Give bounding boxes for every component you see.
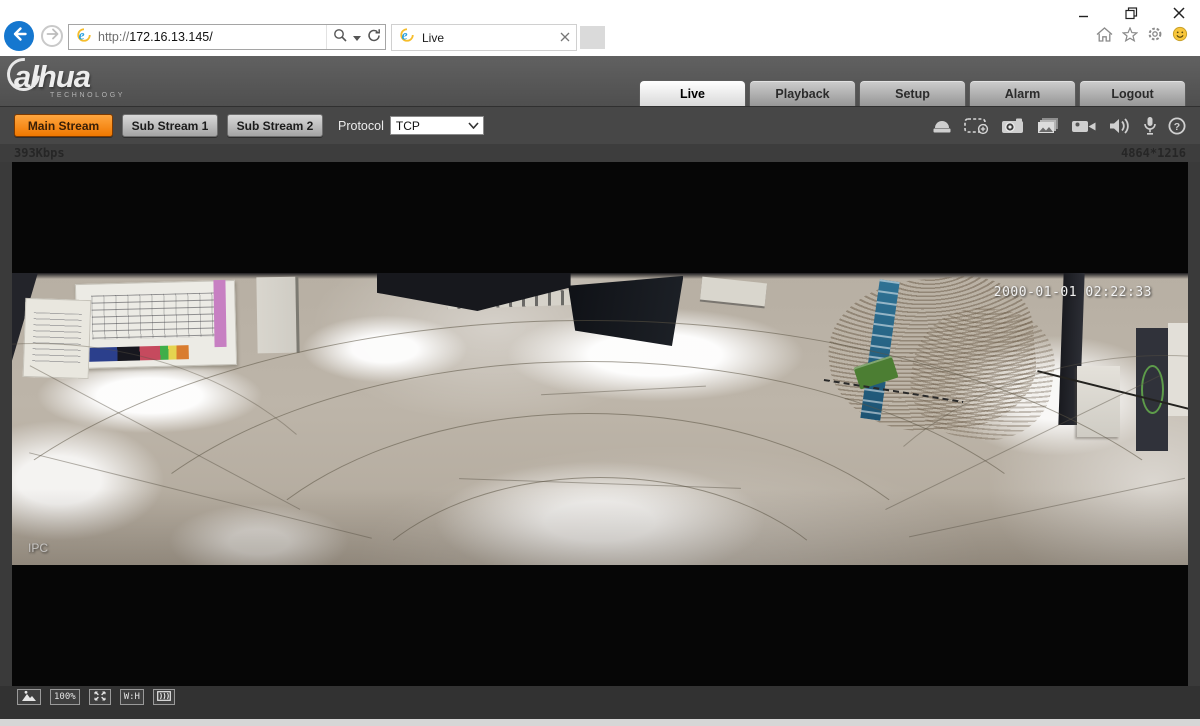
alarm-output-icon[interactable] — [931, 117, 953, 135]
ie-logo-icon: e — [398, 27, 416, 48]
snapshot-icon[interactable] — [1001, 117, 1025, 135]
function-icons: ? — [931, 116, 1186, 136]
svg-text:?: ? — [1174, 120, 1180, 132]
pano-shape — [213, 280, 227, 348]
protocol-label: Protocol — [338, 118, 384, 133]
image-adjust-icon — [21, 690, 37, 705]
pano-door — [255, 277, 300, 354]
home-icon[interactable] — [1096, 26, 1113, 42]
settings-gear-icon[interactable] — [1147, 26, 1163, 42]
favorites-star-icon[interactable] — [1122, 26, 1138, 42]
back-icon — [11, 26, 28, 47]
logo-text: aalhualhua — [14, 59, 91, 94]
browser-chrome: e http://172.16.13.145/ e Live — [0, 0, 1200, 56]
stream-toolbar: Main Stream Sub Stream 1 Sub Stream 2 Pr… — [0, 106, 1200, 144]
logo-subtext: TECHNOLOGY — [50, 92, 126, 99]
image-adjust-button[interactable] — [17, 689, 41, 705]
refresh-icon[interactable] — [367, 28, 381, 47]
video-footer: 100% W:H — [0, 686, 1200, 726]
forward-icon — [46, 27, 59, 45]
triple-snapshot-icon[interactable] — [1036, 117, 1060, 135]
fullscreen-icon — [94, 690, 106, 704]
search-icon[interactable] — [333, 28, 347, 47]
chevron-down-icon[interactable] — [353, 28, 361, 46]
select-caret-icon — [468, 122, 479, 129]
audio-icon[interactable] — [1108, 117, 1132, 135]
close-icon[interactable] — [1168, 4, 1190, 22]
video-letterbox: 2000-01-01 02:22:33 IPC — [12, 162, 1188, 686]
main-nav: Live Playback Setup Alarm Logout — [639, 80, 1186, 106]
smiley-icon[interactable] — [1172, 26, 1188, 42]
live-video[interactable]: 2000-01-01 02:22:33 IPC — [12, 273, 1188, 565]
forward-button[interactable] — [41, 25, 63, 47]
window-controls — [1072, 4, 1190, 22]
video-stage: 2000-01-01 02:22:33 IPC — [0, 162, 1200, 686]
aspect-ratio-button[interactable]: W:H — [119, 689, 144, 705]
page-bottom-strip — [0, 719, 1200, 726]
sub-stream-2-button[interactable]: Sub Stream 2 — [227, 114, 323, 137]
osd-channel-label: IPC — [28, 541, 49, 555]
tab-live[interactable]: Live — [639, 80, 746, 106]
new-tab-button[interactable] — [580, 26, 605, 49]
tab-close-icon[interactable] — [560, 29, 570, 47]
help-icon[interactable]: ? — [1168, 117, 1186, 135]
osd-timestamp: 2000-01-01 02:22:33 — [993, 285, 1152, 300]
tab-playback[interactable]: Playback — [749, 80, 856, 106]
tab-setup[interactable]: Setup — [859, 80, 966, 106]
sub-stream-1-button[interactable]: Sub Stream 1 — [122, 114, 218, 137]
pano-floor-line — [329, 477, 871, 565]
fullscreen-button[interactable] — [88, 689, 111, 705]
fluency-button[interactable] — [152, 689, 175, 705]
bitrate-value: 393Kbps — [14, 146, 65, 160]
url-text[interactable]: http://172.16.13.145/ — [98, 30, 326, 44]
tab-logout[interactable]: Logout — [1079, 80, 1186, 106]
talk-icon[interactable] — [1143, 116, 1157, 136]
main-stream-button[interactable]: Main Stream — [14, 114, 113, 137]
svg-text:e: e — [402, 27, 408, 42]
dahua-logo: aalhualhua TECHNOLOGY — [14, 59, 125, 99]
browser-action-icons — [1096, 26, 1188, 42]
view-toolbar: 100% W:H — [17, 689, 175, 705]
digital-zoom-icon[interactable] — [964, 117, 990, 135]
address-bar[interactable]: e http://172.16.13.145/ — [68, 24, 386, 50]
original-size-button[interactable]: 100% — [50, 689, 80, 705]
back-button[interactable] — [4, 21, 34, 51]
protocol-value: TCP — [395, 118, 420, 133]
app-header: aalhualhua TECHNOLOGY Live Playback Setu… — [0, 56, 1200, 106]
address-bar-tools — [326, 25, 381, 49]
record-icon[interactable] — [1071, 117, 1097, 135]
svg-text:e: e — [79, 27, 85, 42]
browser-tab[interactable]: e Live — [391, 24, 577, 51]
tab-title: Live — [422, 30, 445, 45]
status-bar: 393Kbps 4864*1216 — [0, 144, 1200, 162]
pano-shape — [700, 276, 767, 307]
protocol-select[interactable]: TCP — [389, 116, 484, 135]
resolution-value: 4864*1216 — [1120, 146, 1186, 160]
fluency-icon — [157, 690, 171, 704]
minimize-button[interactable] — [1072, 4, 1094, 22]
tab-alarm[interactable]: Alarm — [969, 80, 1076, 106]
ie-logo-icon: e — [75, 27, 93, 48]
restore-button[interactable] — [1120, 4, 1142, 22]
